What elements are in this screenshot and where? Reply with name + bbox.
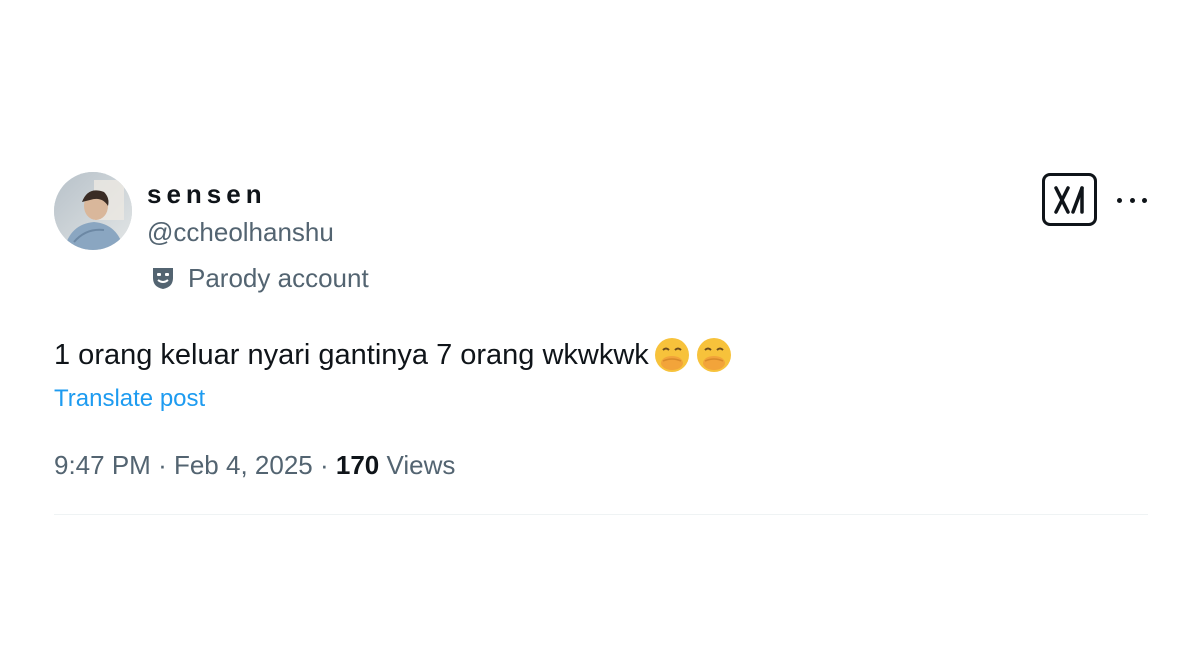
tweet-text: 1 orang keluar nyari gantinya 7 orang wk… xyxy=(54,336,733,374)
more-horizontal-icon[interactable] xyxy=(1117,192,1147,208)
profile-photo xyxy=(54,172,132,250)
user-handle[interactable]: @ccheolhanshu xyxy=(147,216,334,248)
theater-mask-icon xyxy=(153,268,173,289)
views-label: Views xyxy=(386,450,456,480)
meta-separator: · xyxy=(319,450,329,480)
x-logo-icon[interactable] xyxy=(1042,173,1097,226)
parody-badge: Parody account xyxy=(150,262,369,294)
avatar[interactable] xyxy=(54,172,132,250)
post-meta: 9:47 PM · Feb 4, 2025 · 170 Views xyxy=(54,448,455,482)
post-date[interactable]: Feb 4, 2025 xyxy=(174,450,313,480)
tweet-card: sensen @ccheolhanshu Parody account 1 or… xyxy=(0,0,1200,666)
tweet-body: 1 orang keluar nyari gantinya 7 orang wk… xyxy=(54,339,649,371)
divider xyxy=(54,514,1148,515)
display-name[interactable]: sensen xyxy=(147,178,267,210)
views-count: 170 xyxy=(335,450,380,480)
parody-label: Parody account xyxy=(188,263,369,293)
face-with-hand-over-mouth-icon xyxy=(695,336,733,374)
face-with-hand-over-mouth-icon xyxy=(653,336,691,374)
post-time[interactable]: 9:47 PM xyxy=(54,450,151,480)
meta-separator: · xyxy=(158,450,167,480)
translate-post-link[interactable]: Translate post xyxy=(54,384,205,414)
